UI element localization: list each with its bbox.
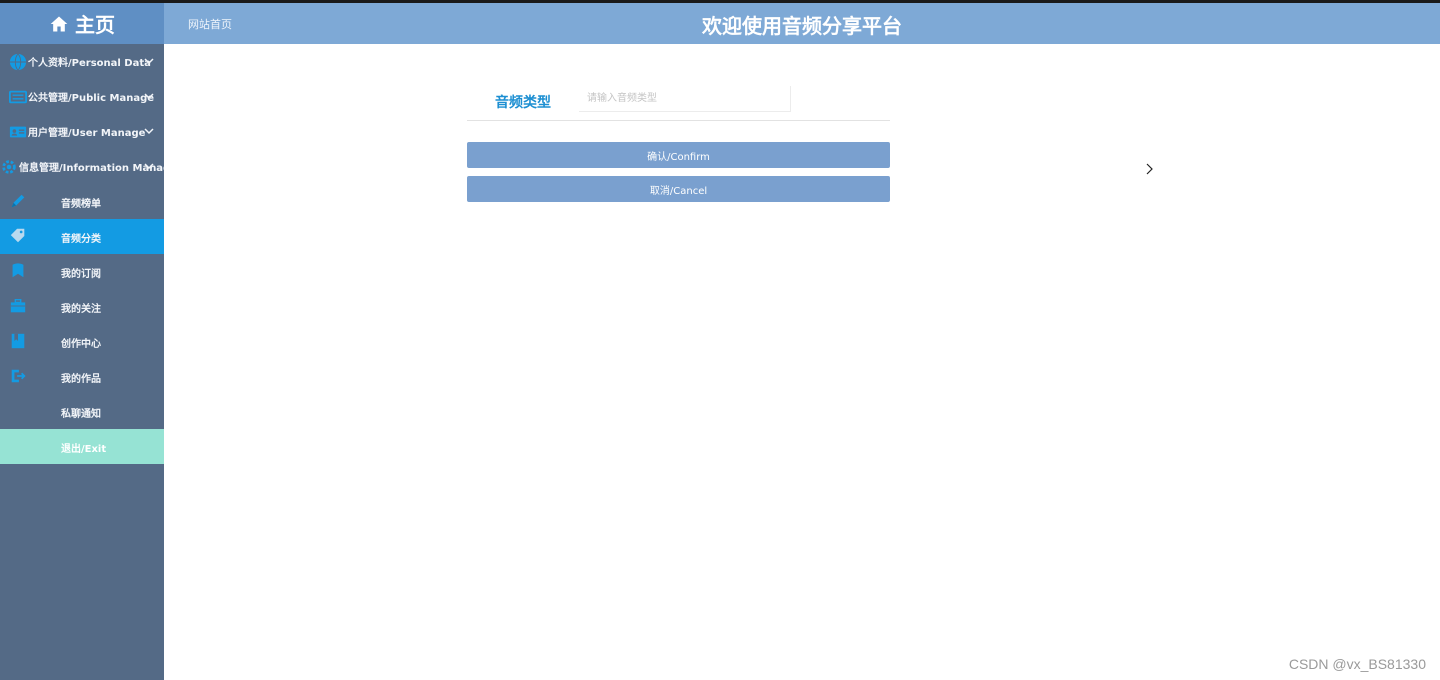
- sidebar-group-label: 个人资料/Personal Data: [28, 58, 151, 69]
- form-row-audio-type: 音频类型: [467, 86, 890, 121]
- sidebar-item-label: 私聊通知: [61, 409, 101, 420]
- cancel-button[interactable]: 取消/Cancel: [467, 176, 890, 202]
- keyboard-icon: [9, 90, 27, 103]
- tag-icon: [10, 228, 25, 243]
- sidebar-item-private-messages[interactable]: 私聊通知: [0, 394, 164, 429]
- audio-type-input[interactable]: [579, 86, 791, 112]
- sidebar-item-creation-center[interactable]: 创作中心: [0, 324, 164, 359]
- sidebar-item-my-works[interactable]: 我的作品: [0, 359, 164, 394]
- sidebar-item-label: 音频分类: [61, 234, 101, 245]
- briefcase-icon: [10, 299, 26, 313]
- exit-label: 退出/Exit: [61, 444, 107, 455]
- chevron-down-icon: [144, 163, 154, 170]
- confirm-button[interactable]: 确认/Confirm: [467, 142, 890, 168]
- pencil-icon: [11, 194, 25, 208]
- sidebar-item-my-subscriptions[interactable]: 我的订阅: [0, 254, 164, 289]
- sidebar-item-label: 我的关注: [61, 304, 101, 315]
- sidebar-item-my-follows[interactable]: 我的关注: [0, 289, 164, 324]
- sidebar-item-audio-category[interactable]: 音频分类: [0, 219, 164, 254]
- home-icon: [50, 16, 68, 31]
- mouse-cursor-icon: [1146, 163, 1153, 175]
- gear-icon: [2, 159, 16, 174]
- home-brand-link[interactable]: 主页: [0, 3, 164, 44]
- sidebar-item-label: 创作中心: [61, 339, 101, 350]
- sidebar-group-label: 公共管理/Public Manage: [28, 93, 155, 104]
- sidebar-item-label: 我的作品: [61, 374, 101, 385]
- watermark: CSDN @vx_BS81330: [1288, 656, 1426, 672]
- top-header: 主页 网站首页 欢迎使用音频分享平台: [0, 3, 1440, 44]
- sidebar-group-user-manage[interactable]: 用户管理/User Manage: [0, 114, 164, 149]
- globe-icon: [9, 53, 27, 70]
- sidebar-group-label: 用户管理/User Manage: [28, 128, 146, 139]
- chevron-down-icon: [144, 93, 154, 100]
- chevron-down-icon: [144, 58, 154, 65]
- exit-icon: [11, 369, 26, 383]
- brand-label: 主页: [75, 13, 115, 37]
- audio-category-form: 音频类型 确认/Confirm 取消/Cancel: [467, 86, 890, 202]
- sidebar-group-public-manage[interactable]: 公共管理/Public Manage: [0, 79, 164, 114]
- sidebar-group-personal-data[interactable]: 个人资料/Personal Data: [0, 44, 164, 79]
- sidebar-item-label: 我的订阅: [61, 269, 101, 280]
- sidebar-group-label: 信息管理/Information Manage: [19, 163, 164, 174]
- sidebar-item-label: 音频榜单: [61, 199, 101, 210]
- bookmark-icon: [12, 263, 24, 278]
- sidebar-group-information-manage[interactable]: 信息管理/Information Manage: [0, 149, 164, 184]
- sidebar-item-audio-ranking[interactable]: 音频榜单: [0, 184, 164, 219]
- sidebar: 个人资料/Personal Data 公共管理/Public Manage 用户…: [0, 44, 164, 680]
- audio-type-label: 音频类型: [495, 95, 551, 111]
- main-content: 音频类型 确认/Confirm 取消/Cancel: [164, 44, 1440, 680]
- book-icon: [11, 333, 25, 349]
- chevron-down-icon: [144, 128, 154, 135]
- site-title: 欢迎使用音频分享平台: [702, 14, 902, 38]
- id-card-icon: [9, 126, 27, 137]
- sidebar-item-exit[interactable]: 退出/Exit: [0, 429, 164, 464]
